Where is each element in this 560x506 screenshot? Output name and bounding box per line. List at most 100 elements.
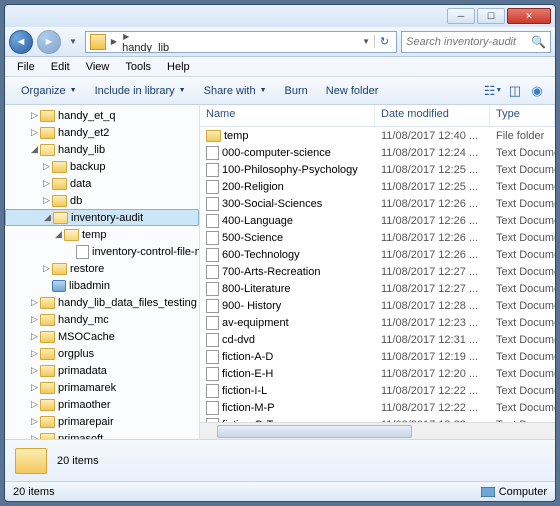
new-folder-button[interactable]: New folder xyxy=(318,81,387,101)
expander-icon[interactable]: ▷ xyxy=(29,348,40,359)
folder-icon xyxy=(206,130,221,142)
tree-item-label: primaother xyxy=(58,399,111,411)
preview-pane-button[interactable]: ◫ xyxy=(505,81,525,101)
forward-button[interactable]: ► xyxy=(37,30,61,54)
tree-item-inventory-control-file-nam[interactable]: inventory-control-file-nam xyxy=(5,243,199,260)
search-box[interactable]: 🔍 xyxy=(401,31,551,53)
folder-icon xyxy=(52,195,67,207)
list-row[interactable]: temp11/08/2017 12:40 ...File folder xyxy=(200,127,555,144)
list-row[interactable]: 200-Religion11/08/2017 12:25 ...Text Doc… xyxy=(200,178,555,195)
address-dropdown[interactable]: ▼ xyxy=(358,37,374,46)
tree-item-msocache[interactable]: ▷MSOCache xyxy=(5,328,199,345)
refresh-button[interactable]: ↻ xyxy=(374,35,394,48)
text-file-icon xyxy=(206,299,219,313)
expander-icon[interactable]: ▷ xyxy=(29,382,40,393)
tree-item-primarepair[interactable]: ▷primarepair xyxy=(5,413,199,430)
list-row[interactable]: 900- History11/08/2017 12:28 ...Text Doc… xyxy=(200,297,555,314)
list-row[interactable]: fiction-E-H11/08/2017 12:20 ...Text Docu… xyxy=(200,365,555,382)
address-bar[interactable]: ▶ Computer▶OS (C:)▶handy_lib▶inventory-a… xyxy=(85,31,397,53)
tree-item-primasoft[interactable]: ▷primasoft xyxy=(5,430,199,439)
tree-item-inventory-audit[interactable]: ◢inventory-audit xyxy=(5,209,199,226)
burn-button[interactable]: Burn xyxy=(277,81,316,101)
expander-icon[interactable]: ▷ xyxy=(29,110,40,121)
expander-icon[interactable]: ◢ xyxy=(29,144,40,155)
file-type: File folder xyxy=(490,130,555,142)
column-date[interactable]: Date modified xyxy=(375,105,490,126)
history-dropdown[interactable]: ▼ xyxy=(65,37,81,46)
expander-icon[interactable]: ▷ xyxy=(29,314,40,325)
scrollbar-thumb[interactable] xyxy=(217,425,412,438)
expander-icon[interactable]: ▷ xyxy=(41,195,52,206)
menu-file[interactable]: File xyxy=(9,59,43,75)
minimize-button[interactable]: ─ xyxy=(447,8,475,24)
list-row[interactable]: av-equipment11/08/2017 12:23 ...Text Doc… xyxy=(200,314,555,331)
list-row[interactable]: 300-Social-Sciences11/08/2017 12:26 ...T… xyxy=(200,195,555,212)
list-row[interactable]: 100-Philosophy-Psychology11/08/2017 12:2… xyxy=(200,161,555,178)
tree-item-handy-mc[interactable]: ▷handy_mc xyxy=(5,311,199,328)
tree-item-temp[interactable]: ◢temp xyxy=(5,226,199,243)
tree-item-orgplus[interactable]: ▷orgplus xyxy=(5,345,199,362)
list-row[interactable]: fiction-A-D11/08/2017 12:19 ...Text Docu… xyxy=(200,348,555,365)
file-date: 11/08/2017 12:40 ... xyxy=(375,130,490,142)
chevron-right-icon[interactable]: ▶ xyxy=(108,37,120,46)
tree-item-primadata[interactable]: ▷primadata xyxy=(5,362,199,379)
expander-icon[interactable]: ▷ xyxy=(41,263,52,274)
menu-edit[interactable]: Edit xyxy=(43,59,78,75)
list-row[interactable]: 600-Technology11/08/2017 12:26 ...Text D… xyxy=(200,246,555,263)
list-row[interactable]: 500-Science11/08/2017 12:26 ...Text Docu… xyxy=(200,229,555,246)
tree-item-handy-lib-data-files-testing[interactable]: ▷handy_lib_data_files_testing xyxy=(5,294,199,311)
expander-icon[interactable]: ▷ xyxy=(41,161,52,172)
search-input[interactable] xyxy=(406,36,531,48)
tree-item-backup[interactable]: ▷backup xyxy=(5,158,199,175)
expander-icon[interactable]: ▷ xyxy=(29,331,40,342)
tree-item-handy-lib[interactable]: ◢handy_lib xyxy=(5,141,199,158)
expander-icon[interactable]: ▷ xyxy=(29,297,40,308)
help-button[interactable]: ◉ xyxy=(527,81,547,101)
horizontal-scrollbar[interactable] xyxy=(200,422,555,439)
column-type[interactable]: Type xyxy=(490,105,555,126)
list-row[interactable]: fiction-M-P11/08/2017 12:22 ...Text Docu… xyxy=(200,399,555,416)
expander-icon[interactable]: ▷ xyxy=(41,178,52,189)
tree-item-primaother[interactable]: ▷ primaother xyxy=(5,396,199,413)
list-row[interactable]: 400-Language11/08/2017 12:26 ...Text Doc… xyxy=(200,212,555,229)
organize-button[interactable]: Organize▼ xyxy=(13,81,85,101)
text-file-icon xyxy=(206,367,219,381)
expander-icon[interactable]: ▷ xyxy=(29,127,40,138)
item-count: 20 items xyxy=(57,455,99,467)
breadcrumb-handy-lib[interactable]: handy_lib xyxy=(120,42,196,53)
tree-item-primamarek[interactable]: ▷primamarek xyxy=(5,379,199,396)
menu-help[interactable]: Help xyxy=(159,59,198,75)
folder-tree[interactable]: ▷handy_et_q▷handy_et2◢handy_lib▷backup▷d… xyxy=(5,105,200,439)
expander-icon[interactable]: ▷ xyxy=(29,399,40,410)
expander-icon[interactable]: ▷ xyxy=(29,416,40,427)
include-library-button[interactable]: Include in library▼ xyxy=(87,81,194,101)
close-button[interactable]: ✕ xyxy=(507,8,551,24)
list-row[interactable]: fiction-I-L11/08/2017 12:22 ...Text Docu… xyxy=(200,382,555,399)
folder-icon xyxy=(64,229,79,241)
chevron-right-icon[interactable]: ▶ xyxy=(120,32,132,41)
column-name[interactable]: Name xyxy=(200,105,375,126)
list-body[interactable]: temp11/08/2017 12:40 ...File folder000-c… xyxy=(200,127,555,422)
menu-view[interactable]: View xyxy=(78,59,118,75)
list-row[interactable]: 800-Literature11/08/2017 12:27 ...Text D… xyxy=(200,280,555,297)
tree-item-handy-et2[interactable]: ▷handy_et2 xyxy=(5,124,199,141)
list-row[interactable]: 000-computer-science11/08/2017 12:24 ...… xyxy=(200,144,555,161)
expander-icon[interactable]: ◢ xyxy=(42,212,53,223)
list-row[interactable]: cd-dvd11/08/2017 12:31 ...Text Docume xyxy=(200,331,555,348)
file-date: 11/08/2017 12:25 ... xyxy=(375,164,490,176)
menu-tools[interactable]: Tools xyxy=(117,59,159,75)
maximize-button[interactable]: ☐ xyxy=(477,8,505,24)
tree-item-db[interactable]: ▷db xyxy=(5,192,199,209)
share-with-button[interactable]: Share with▼ xyxy=(196,81,275,101)
text-file-icon xyxy=(206,197,219,211)
tree-item-data[interactable]: ▷data xyxy=(5,175,199,192)
view-options-button[interactable]: ☷ ▼ xyxy=(483,81,503,101)
list-row[interactable]: 700-Arts-Recreation11/08/2017 12:27 ...T… xyxy=(200,263,555,280)
tree-item-libadmin[interactable]: libadmin xyxy=(5,277,199,294)
expander-icon[interactable]: ◢ xyxy=(53,229,64,240)
tree-item-restore[interactable]: ▷restore xyxy=(5,260,199,277)
expander-icon[interactable]: ▷ xyxy=(29,365,40,376)
search-icon[interactable]: 🔍 xyxy=(531,35,546,49)
back-button[interactable]: ◄ xyxy=(9,30,33,54)
tree-item-handy-et-q[interactable]: ▷handy_et_q xyxy=(5,107,199,124)
